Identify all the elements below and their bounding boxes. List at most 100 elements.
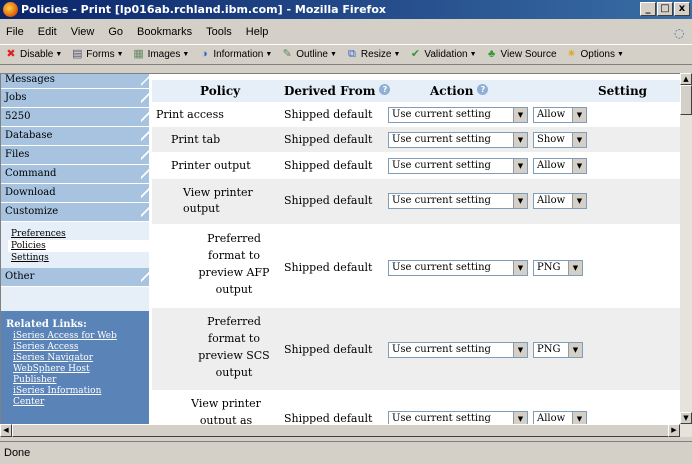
action-select[interactable]: Use current setting ▼ <box>388 132 528 148</box>
menu-help[interactable]: Help <box>246 26 269 38</box>
setting-value: Allow <box>537 160 566 171</box>
menu-bookmarks[interactable]: Bookmarks <box>137 26 192 38</box>
help-icon[interactable]: ? <box>379 84 391 95</box>
scroll-left-icon[interactable]: ◀ <box>0 424 12 437</box>
setting-select[interactable]: PNG ▼ <box>533 260 583 276</box>
setting-value: Show <box>537 134 565 145</box>
menu-edit[interactable]: Edit <box>38 26 57 38</box>
disable-menu[interactable]: ✖ Disable ▼ <box>4 48 62 61</box>
related-link[interactable]: iSeries Navigator <box>6 353 145 364</box>
table-row: View printer output as Shipped default U… <box>152 390 680 424</box>
dropdown-arrow-icon: ▼ <box>616 51 624 58</box>
sidebar-item-database[interactable]: Database <box>1 127 149 146</box>
menu-view[interactable]: View <box>71 26 95 38</box>
scroll-up-icon[interactable]: ▲ <box>680 73 692 85</box>
images-menu[interactable]: ▦ Images ▼ <box>132 48 190 61</box>
policy-name: Printer output <box>171 159 251 172</box>
menu-file[interactable]: File <box>6 26 24 38</box>
horizontal-scroll-thumb[interactable] <box>12 424 672 437</box>
sidebar-item-5250[interactable]: 5250 <box>1 108 149 127</box>
table-row: Print tab Shipped default Use current se… <box>152 127 680 152</box>
sidebar-subitem-settings[interactable]: Settings <box>11 252 149 264</box>
window-title: Policies - Print [lp016ab.rchland.ibm.co… <box>21 3 386 16</box>
related-links: Related Links: iSeries Access for Web iS… <box>1 311 149 424</box>
minimize-button[interactable]: _ <box>640 2 656 16</box>
status-bar: Done <box>0 441 692 463</box>
information-label: Information <box>213 49 264 60</box>
vertical-scroll-thumb[interactable] <box>680 85 692 115</box>
close-button[interactable]: x <box>674 2 690 16</box>
action-select[interactable]: Use current setting ▼ <box>388 193 528 209</box>
dropdown-arrow-icon: ▼ <box>513 194 527 208</box>
sidebar-subitem-policies[interactable]: Policies <box>8 240 149 252</box>
disable-label: Disable <box>20 49 54 60</box>
policy-name: Preferred format to preview SCS output <box>198 315 270 379</box>
forms-menu[interactable]: ▤ Forms ▼ <box>70 48 123 61</box>
sidebar-item-download[interactable]: Download <box>1 184 149 203</box>
status-text: Done <box>4 447 31 459</box>
horizontal-scrollbar[interactable]: ◀ ▶ <box>0 424 692 437</box>
dropdown-arrow-icon: ▼ <box>55 51 63 58</box>
related-link[interactable]: iSeries Information <box>6 386 145 397</box>
help-icon[interactable]: ? <box>477 84 489 95</box>
dropdown-arrow-icon: ▼ <box>182 51 190 58</box>
outline-icon: ✎ <box>282 48 292 60</box>
menu-tools[interactable]: Tools <box>206 26 232 38</box>
sidebar-item-command[interactable]: Command <box>1 165 149 184</box>
action-select[interactable]: Use current setting ▼ <box>388 158 528 174</box>
validation-menu[interactable]: ✔ Validation ▼ <box>408 48 477 61</box>
related-link[interactable]: iSeries Access <box>6 342 145 353</box>
policy-name: Print access <box>156 108 224 121</box>
setting-select[interactable]: PNG ▼ <box>533 342 583 358</box>
sidebar-subitem-preferences[interactable]: Preferences <box>11 228 149 240</box>
related-link[interactable]: iSeries Access for Web <box>6 331 145 342</box>
header-derived-label: Derived From <box>284 84 376 98</box>
action-select[interactable]: Use current setting ▼ <box>388 107 528 123</box>
dropdown-arrow-icon: ▼ <box>572 412 586 424</box>
setting-value: Allow <box>537 413 566 424</box>
dropdown-arrow-icon: ▼ <box>572 108 586 122</box>
sidebar-item-customize[interactable]: Customize <box>1 203 149 222</box>
options-menu[interactable]: ✷ Options ▼ <box>565 48 624 61</box>
setting-select[interactable]: Allow ▼ <box>533 158 587 174</box>
action-select[interactable]: Use current setting ▼ <box>388 411 528 424</box>
resize-menu[interactable]: ⧉ Resize ▼ <box>345 48 401 61</box>
related-link[interactable]: WebSphere Host <box>6 364 145 375</box>
sidebar-item-jobs[interactable]: Jobs <box>1 89 149 108</box>
maximize-button[interactable]: □ <box>657 2 673 16</box>
view-source-button[interactable]: ♣ View Source <box>485 48 557 61</box>
setting-select[interactable]: Show ▼ <box>533 132 587 148</box>
action-select[interactable]: Use current setting ▼ <box>388 260 528 276</box>
sidebar-item-other[interactable]: Other <box>1 268 149 287</box>
setting-select[interactable]: Allow ▼ <box>533 193 587 209</box>
view-source-label: View Source <box>500 49 557 60</box>
related-link[interactable]: Center <box>6 397 145 408</box>
scroll-down-icon[interactable]: ▼ <box>680 412 692 424</box>
dropdown-arrow-icon: ▼ <box>116 51 124 58</box>
dropdown-arrow-icon: ▼ <box>393 51 401 58</box>
information-menu[interactable]: ◑ Information ▼ <box>197 48 272 61</box>
header-action-label: Action <box>430 84 474 98</box>
vertical-scrollbar[interactable]: ▲ ▼ <box>680 73 692 424</box>
related-link[interactable]: Publisher <box>6 375 145 386</box>
dropdown-arrow-icon: ▼ <box>513 261 527 275</box>
outline-menu[interactable]: ✎ Outline ▼ <box>280 48 337 61</box>
action-value: Use current setting <box>392 413 491 424</box>
setting-select[interactable]: Allow ▼ <box>533 107 587 123</box>
related-links-heading: Related Links: <box>6 319 87 330</box>
action-value: Use current setting <box>392 134 491 145</box>
setting-value: PNG <box>537 262 561 273</box>
sidebar-item-files[interactable]: Files <box>1 146 149 165</box>
images-label: Images <box>147 49 181 60</box>
setting-value: Allow <box>537 109 566 120</box>
menu-go[interactable]: Go <box>108 26 123 38</box>
dropdown-arrow-icon: ▼ <box>265 51 273 58</box>
sidebar-item-messages[interactable]: Messages <box>1 74 149 89</box>
setting-select[interactable]: Allow ▼ <box>533 411 587 424</box>
dropdown-arrow-icon: ▼ <box>572 133 586 147</box>
view-source-icon: ♣ <box>487 48 496 60</box>
policy-name: View printer output as <box>191 397 261 424</box>
dropdown-arrow-icon: ▼ <box>572 194 586 208</box>
scroll-right-icon[interactable]: ▶ <box>668 424 680 437</box>
action-select[interactable]: Use current setting ▼ <box>388 342 528 358</box>
